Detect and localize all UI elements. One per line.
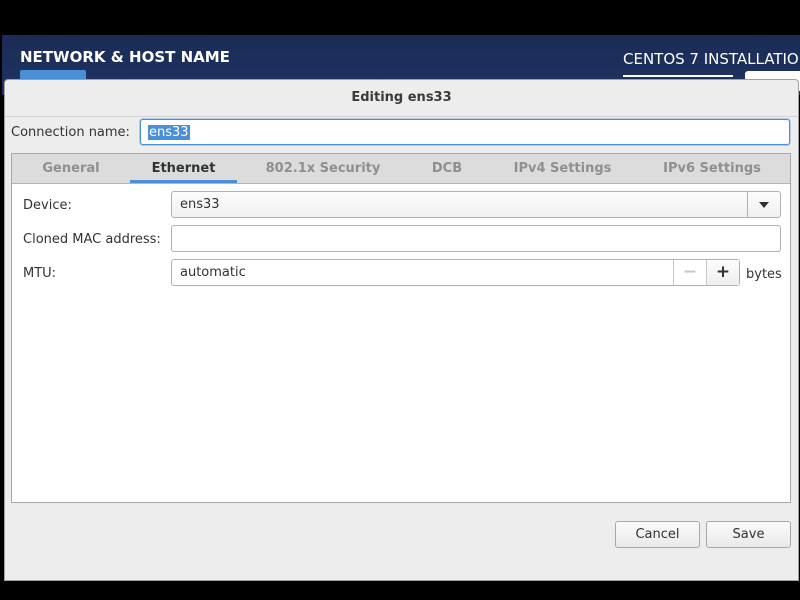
- chevron-down-icon[interactable]: [747, 192, 780, 217]
- device-combo[interactable]: ens33: [171, 191, 781, 218]
- cloned-mac-input[interactable]: [171, 225, 781, 252]
- minus-icon[interactable]: −: [673, 260, 706, 285]
- cancel-button[interactable]: Cancel: [615, 521, 700, 548]
- dialog-title: Editing ens33: [5, 80, 798, 117]
- tab-ipv4-settings[interactable]: IPv4 Settings: [500, 154, 625, 183]
- tab-bar: General Ethernet 802.1x Security DCB IPv…: [12, 154, 790, 184]
- mtu-spinbutton[interactable]: automatic − +: [171, 259, 740, 286]
- spoke-title: NETWORK & HOST NAME: [20, 48, 230, 66]
- connection-name-value: ens33: [148, 125, 190, 140]
- settings-notebook: General Ethernet 802.1x Security DCB IPv…: [11, 153, 791, 503]
- tab-general[interactable]: General: [12, 154, 130, 183]
- device-value: ens33: [180, 197, 220, 212]
- plus-icon[interactable]: +: [706, 260, 739, 285]
- installer-title: CENTOS 7 INSTALLATIO: [623, 50, 799, 68]
- connection-name-input[interactable]: ens33: [140, 119, 790, 145]
- tab-ipv6-settings[interactable]: IPv6 Settings: [648, 154, 776, 183]
- tab-dcb[interactable]: DCB: [412, 154, 482, 183]
- mtu-unit: bytes: [746, 267, 782, 282]
- cloned-mac-label: Cloned MAC address:: [23, 232, 161, 247]
- mtu-value: automatic: [180, 265, 246, 280]
- device-label: Device:: [23, 198, 72, 213]
- save-button[interactable]: Save: [706, 521, 791, 548]
- mtu-label: MTU:: [23, 266, 57, 281]
- connection-name-label: Connection name:: [11, 125, 130, 140]
- keyboard-layout-underline: [623, 75, 733, 77]
- tab-ethernet[interactable]: Ethernet: [130, 154, 237, 183]
- edit-connection-dialog: Editing ens33 Connection name: ens33 Gen…: [4, 79, 799, 581]
- tab-8021x-security[interactable]: 802.1x Security: [252, 154, 394, 183]
